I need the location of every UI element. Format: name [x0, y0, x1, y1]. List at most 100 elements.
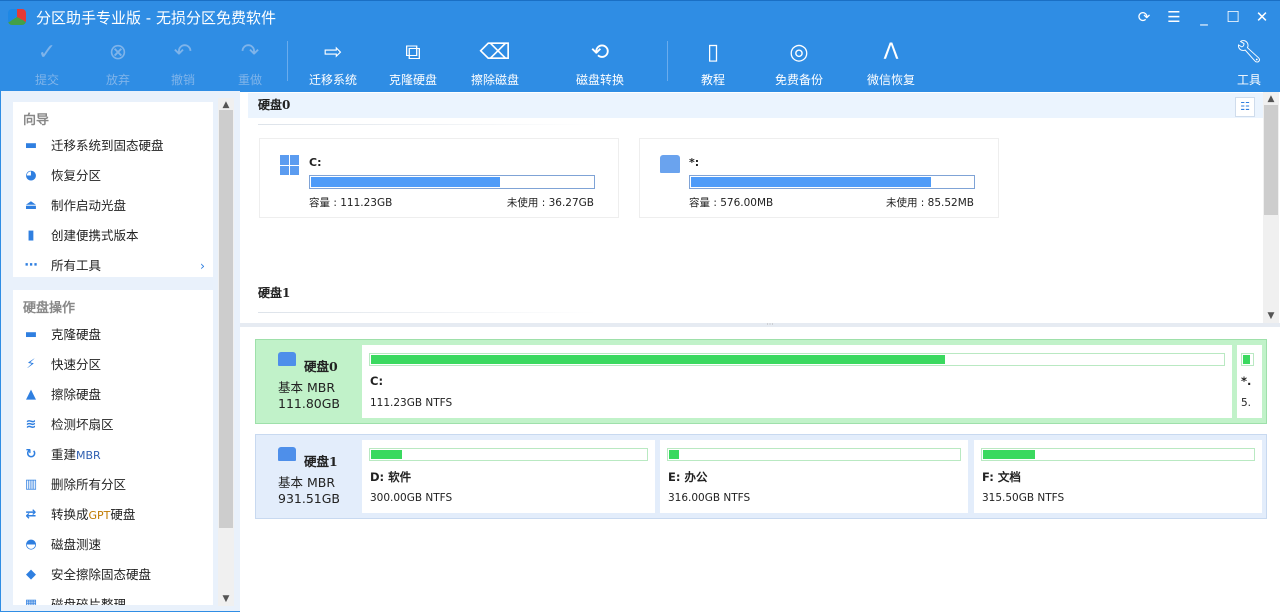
- view-toggle-icon[interactable]: ☷: [1235, 97, 1255, 117]
- refresh-icon[interactable]: ⟳: [1133, 7, 1155, 27]
- wechat-recovery-button[interactable]: Λ 微信恢复: [856, 37, 926, 89]
- toolbar-divider: [287, 41, 288, 81]
- wipe-disk-button[interactable]: ⌫ 擦除磁盘: [460, 37, 530, 89]
- clone-disk-button[interactable]: ⧉ 克隆硬盘: [378, 37, 448, 89]
- disk-label: 硬盘0 基本 MBR 111.80GB: [256, 340, 361, 425]
- scrollbar-thumb[interactable]: [1264, 105, 1278, 215]
- usage-fill: [982, 449, 1037, 460]
- scroll-up-icon[interactable]: ▲: [1263, 94, 1279, 104]
- partition-c[interactable]: C: 111.23GB NTFS: [362, 345, 1232, 418]
- rebuild-icon: ↻: [25, 447, 37, 462]
- window-title: 分区助手专业版 - 无损分区免费软件: [36, 9, 276, 27]
- disk-icon: [278, 447, 296, 461]
- wechat-recovery-icon: Λ: [883, 40, 899, 65]
- sidebar-item-all-tools[interactable]: ⋯ 所有工具 ›: [13, 252, 213, 280]
- bootable-disc-icon: ⏏: [24, 198, 38, 213]
- partition-e[interactable]: E: 办公 316.00GB NTFS: [660, 440, 968, 513]
- partition-card-c[interactable]: C: 容量 : 111.23GB 未使用 : 36.27GB: [259, 138, 619, 218]
- partition-d[interactable]: D: 软件 300.00GB NTFS: [362, 440, 655, 513]
- scrollbar-thumb[interactable]: [219, 110, 233, 528]
- disk-operations-heading: 硬盘操作: [23, 301, 76, 316]
- partition-f[interactable]: F: 文档 315.50GB NTFS: [974, 440, 1262, 513]
- sidebar-item-migrate-ssd[interactable]: ▬ 迁移系统到固态硬盘: [13, 132, 213, 160]
- wrench-icon: 🔧︎: [1235, 40, 1263, 65]
- disk-icon: [278, 352, 296, 366]
- sidebar-item-portable-version[interactable]: ▮ 创建便携式版本: [13, 222, 213, 250]
- scan-icon: ≋: [25, 417, 37, 432]
- sidebar-item-defrag[interactable]: ▦ 磁盘碎片整理: [13, 591, 213, 605]
- sidebar-item-recover-partition[interactable]: ◕ 恢复分区: [13, 162, 213, 190]
- sidebar-item-bad-sector[interactable]: ≋ 检测坏扇区: [13, 411, 213, 439]
- usage-bar: [689, 175, 975, 189]
- sidebar-item-convert-gpt[interactable]: ⇄ 转换成GPT硬盘: [13, 501, 213, 529]
- convert-icon: ⇄: [25, 507, 37, 522]
- convert-disk-icon: ⟲: [590, 40, 610, 65]
- sidebar-item-secure-erase[interactable]: ◆ 安全擦除固态硬盘: [13, 561, 213, 589]
- toolbar-divider: [667, 41, 668, 81]
- usage-fill: [370, 354, 946, 365]
- usage-fill: [370, 449, 404, 460]
- recover-partition-icon: ◕: [25, 168, 37, 183]
- partition-star[interactable]: *. 5.: [1237, 345, 1262, 418]
- disk-convert-button[interactable]: ⟲ 磁盘转换: [565, 37, 635, 89]
- undo-button[interactable]: ↶ 撤销: [148, 37, 218, 89]
- disk-row-0[interactable]: 硬盘0 基本 MBR 111.80GB C: 111.23GB NTFS *. 5.: [255, 339, 1267, 424]
- app-logo-icon: [8, 9, 26, 25]
- more-icon: ⋯: [24, 258, 38, 273]
- disk-map-pane: 硬盘0 基本 MBR 111.80GB C: 111.23GB NTFS *. 5.…: [240, 327, 1280, 612]
- commit-button[interactable]: ✓ 提交: [12, 37, 82, 89]
- sidebar-item-quick-partition[interactable]: ⚡︎ 快速分区: [13, 351, 213, 379]
- migrate-os-button[interactable]: ⇨ 迁移系统: [298, 37, 368, 89]
- clone-disk-icon: ⧉: [405, 40, 421, 65]
- sidebar-scrollbar[interactable]: ▲ ▼: [218, 98, 234, 606]
- discard-button[interactable]: ⊗ 放弃: [83, 37, 153, 89]
- migrate-ssd-icon: ▬: [24, 138, 38, 153]
- usage-fill: [668, 449, 680, 460]
- overview-scrollbar[interactable]: ▲ ▼: [1263, 92, 1279, 323]
- redo-button[interactable]: ↷ 重做: [215, 37, 285, 89]
- wizard-panel: 向导 ▬ 迁移系统到固态硬盘 ◕ 恢复分区 ⏏ 制作启动光盘 ▮ 创建便携式版本 ⋯ 所有…: [13, 102, 213, 277]
- defrag-icon: ▦: [24, 597, 38, 606]
- chevron-right-icon: ›: [200, 258, 205, 273]
- partition-card-star[interactable]: *: 容量 : 576.00MB 未使用 : 85.52MB: [639, 138, 999, 218]
- redo-icon: ↷: [240, 40, 260, 65]
- maximize-button[interactable]: ☐: [1222, 7, 1244, 27]
- sidebar-item-rebuild-mbr[interactable]: ↻ 重建MBR: [13, 441, 213, 469]
- usage-fill: [690, 176, 932, 188]
- speedometer-icon: ◓: [25, 537, 37, 552]
- free-backup-button[interactable]: ◎ 免费备份: [764, 37, 834, 89]
- eraser-icon: ◆: [26, 567, 36, 582]
- divider: [258, 312, 598, 313]
- close-button[interactable]: ✕: [1251, 7, 1273, 27]
- disk-overview-pane: 硬盘0 ☷ C: 容量 : 111.23GB 未使用 : 36.27GB *: …: [240, 91, 1280, 323]
- sidebar: 向导 ▬ 迁移系统到固态硬盘 ◕ 恢复分区 ⏏ 制作启动光盘 ▮ 创建便携式版本 ⋯ 所有…: [0, 91, 240, 612]
- disk-arrow-icon: ⇨: [323, 40, 343, 65]
- check-icon: ✓: [37, 40, 57, 65]
- menu-icon[interactable]: ☰: [1163, 7, 1185, 27]
- wizard-heading: 向导: [23, 113, 50, 128]
- disk-row-1[interactable]: 硬盘1 基本 MBR 931.51GB D: 软件 300.00GB NTFS E…: [255, 434, 1267, 519]
- book-icon: ▯: [706, 40, 720, 65]
- scroll-up-icon[interactable]: ▲: [218, 100, 234, 110]
- sidebar-item-delete-all[interactable]: ▥ 删除所有分区: [13, 471, 213, 499]
- minimize-button[interactable]: _: [1193, 7, 1215, 27]
- trash-icon: ▥: [24, 477, 38, 492]
- lightning-icon: ⚡︎: [26, 357, 36, 372]
- tools-button[interactable]: 🔧︎ 工具: [1214, 37, 1280, 89]
- sidebar-item-clone-disk[interactable]: ▬ 克隆硬盘: [13, 321, 213, 349]
- usage-bar: [309, 175, 595, 189]
- disk-operations-panel: 硬盘操作 ▬ 克隆硬盘 ⚡︎ 快速分区 ▲ 擦除硬盘 ≋ 检测坏扇区 ↻ 重建MBR ▥ 删…: [13, 290, 213, 605]
- scroll-down-icon[interactable]: ▼: [218, 594, 234, 604]
- sidebar-item-disk-speed[interactable]: ◓ 磁盘测速: [13, 531, 213, 559]
- cancel-circle-icon: ⊗: [108, 40, 128, 65]
- title-bar: 分区助手专业版 - 无损分区免费软件 ⟳ ☰ _ ☐ ✕ ✓ 提交 ⊗ 放弃 ↶ 撤销…: [0, 0, 1280, 91]
- tutorial-button[interactable]: ▯ 教程: [678, 37, 748, 89]
- sidebar-item-bootable-disc[interactable]: ⏏ 制作启动光盘: [13, 192, 213, 220]
- usage-fill: [310, 176, 502, 188]
- broom-icon: ▲: [26, 387, 36, 402]
- disk0-heading: 硬盘0: [248, 93, 1263, 118]
- sidebar-item-wipe-disk[interactable]: ▲ 擦除硬盘: [13, 381, 213, 409]
- clone-icon: ▬: [24, 327, 38, 342]
- usb-icon: ▮: [27, 228, 35, 243]
- scroll-down-icon[interactable]: ▼: [1263, 311, 1279, 321]
